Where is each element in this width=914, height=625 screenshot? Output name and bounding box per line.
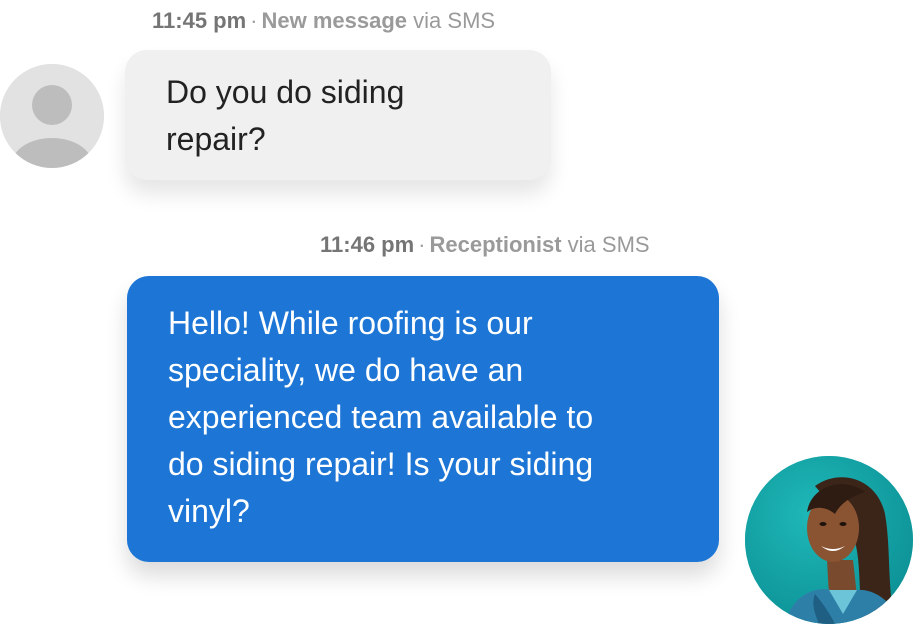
meta-separator: ·: [418, 232, 426, 257]
message-time: 11:46 pm: [320, 232, 415, 257]
message-channel: via SMS: [567, 232, 650, 257]
message-meta-incoming: 11:45 pm · New message via SMS: [152, 8, 495, 34]
message-sender: New message: [261, 8, 408, 33]
person-placeholder-icon: [0, 64, 104, 168]
outgoing-message-bubble: Hello! While roofing is our speciality, …: [127, 276, 719, 562]
incoming-message-bubble: Do you do siding repair?: [125, 50, 551, 180]
message-meta-outgoing: 11:46 pm · Receptionist via SMS: [320, 232, 650, 258]
meta-separator: ·: [250, 8, 258, 33]
message-sender: Receptionist: [429, 232, 562, 257]
message-time: 11:45 pm: [152, 8, 247, 33]
receptionist-avatar: [745, 456, 913, 624]
message-channel: via SMS: [413, 8, 496, 33]
sms-conversation: 11:45 pm · New message via SMS Do you do s…: [0, 0, 914, 625]
